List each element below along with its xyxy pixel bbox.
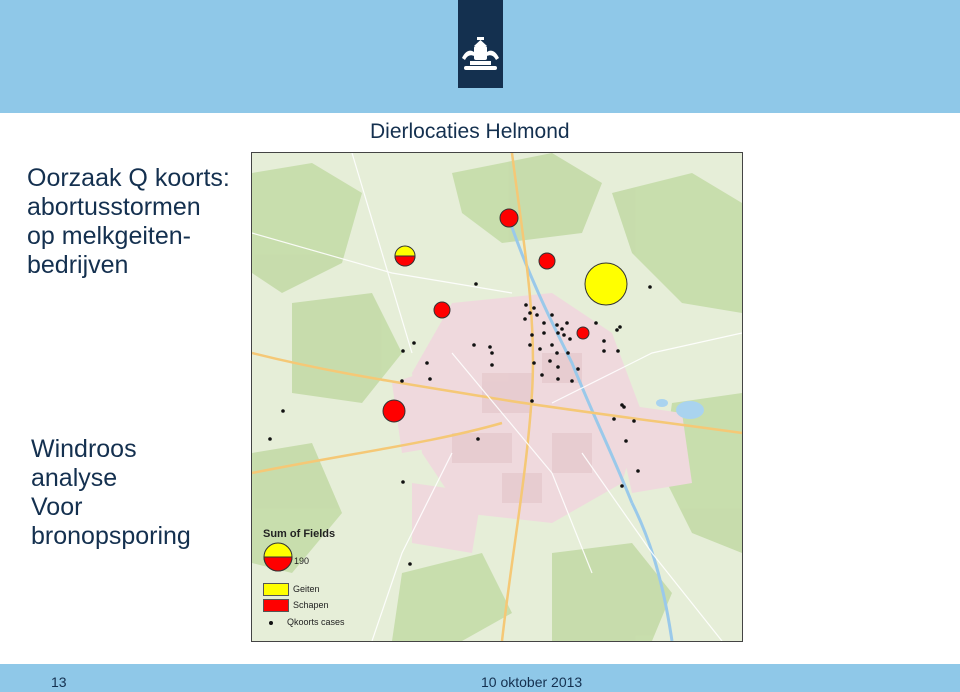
title-line: op melkgeiten- xyxy=(27,222,191,250)
red-swatch-icon xyxy=(263,599,289,612)
legend-size-value: 190 xyxy=(294,556,310,566)
page-number: 13 xyxy=(51,674,67,690)
legend-item-schapen: Schapen xyxy=(263,599,329,612)
legend-item-qkoorts: Qkoorts cases xyxy=(263,617,345,627)
slide-title: Oorzaak Q koorts: abortusstormen op melk… xyxy=(27,164,230,280)
legend-title: Sum of Fields xyxy=(263,528,336,540)
legend-label: Qkoorts cases xyxy=(287,617,345,627)
title-line: abortusstormen xyxy=(27,193,201,221)
title-line: bedrijven xyxy=(27,251,129,279)
legend-label: Geiten xyxy=(293,583,320,594)
slide-subtitle: Windroos analyse Voor bronopsporing xyxy=(31,435,191,551)
map-view[interactable]: Sum of Fields 190 Geiten Schapen Qkoorts… xyxy=(251,152,743,642)
subtitle-line: Windroos xyxy=(31,435,137,463)
title-line: Oorzaak Q koorts: xyxy=(27,164,230,192)
slide-date: 10 oktober 2013 xyxy=(481,674,583,690)
yellow-swatch-icon xyxy=(263,583,289,596)
subtitle-line: Voor xyxy=(31,493,83,521)
map-title: Dierlocaties Helmond xyxy=(370,120,570,143)
dot-icon xyxy=(269,620,273,625)
legend-label: Schapen xyxy=(293,599,329,610)
footer-band xyxy=(0,664,960,692)
government-logo xyxy=(458,0,503,88)
legend-size-symbol xyxy=(263,542,293,572)
crest-icon xyxy=(462,37,499,70)
subtitle-line: analyse xyxy=(31,464,118,492)
subtitle-line: bronopsporing xyxy=(31,522,191,550)
legend-item-geiten: Geiten xyxy=(263,583,320,596)
